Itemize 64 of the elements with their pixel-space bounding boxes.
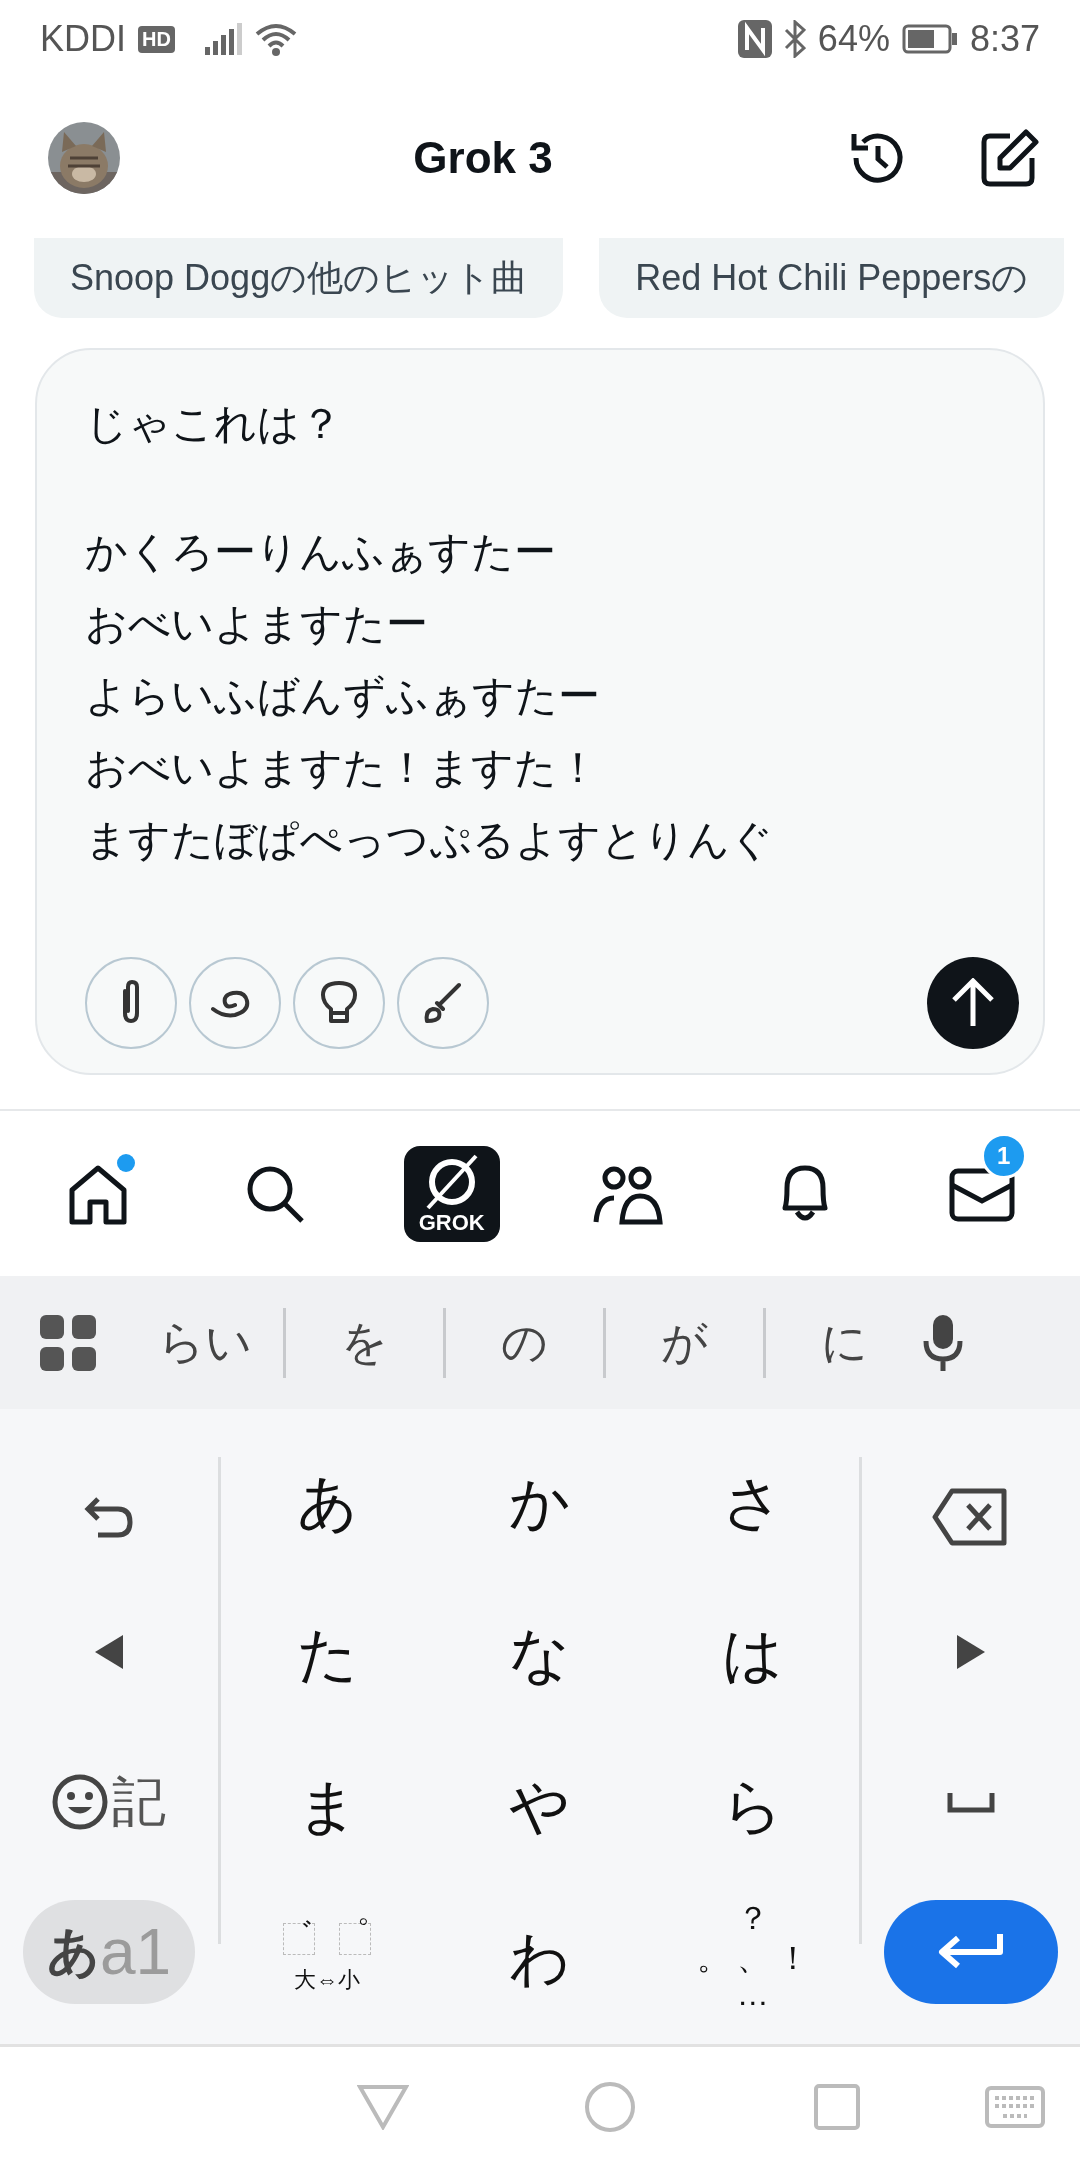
punctuation-key[interactable]: ？ 。 、 ！ … xyxy=(677,1899,828,2019)
wifi-icon xyxy=(254,22,297,56)
kana-key[interactable]: は xyxy=(682,1595,823,1715)
compose-icon xyxy=(980,128,1040,188)
square-icon xyxy=(814,2084,861,2130)
battery-percent: 64% xyxy=(817,18,890,60)
message-composer[interactable]: じゃこれは？ かくろーりんふぁすたー おべいよますたー よらいふばんずふぁすたー おべいよますた！ますた！ ますたぼぱぺっつぷるよすとりんぐ xyxy=(35,348,1045,1075)
space-key[interactable] xyxy=(947,1791,995,1813)
grid-icon xyxy=(40,1314,96,1371)
suggestion-chip[interactable]: Snoop Doggの他のヒット曲 xyxy=(34,238,564,318)
candidate-word[interactable]: の xyxy=(446,1311,603,1374)
bulb-button[interactable] xyxy=(293,957,385,1049)
cursor-left-key[interactable] xyxy=(95,1635,123,1669)
kana-key[interactable]: あ xyxy=(257,1443,398,1563)
kana-key[interactable]: な xyxy=(470,1595,610,1715)
space-icon xyxy=(947,1791,995,1813)
circle-icon xyxy=(584,2081,637,2133)
brush-button[interactable] xyxy=(397,957,489,1049)
microphone-icon xyxy=(923,1312,963,1373)
candidate-word[interactable]: を xyxy=(286,1311,443,1374)
backspace-icon xyxy=(932,1487,1010,1547)
message-line: かくろーりんふぁすたー xyxy=(85,526,556,578)
input-mode-key[interactable]: あa1 xyxy=(23,1900,195,2004)
left-triangle-icon xyxy=(95,1635,123,1669)
undo-icon xyxy=(84,1495,134,1539)
candidate-word[interactable]: が xyxy=(606,1311,763,1374)
cursor-right-key[interactable] xyxy=(957,1635,985,1669)
keyboard-icon xyxy=(985,2086,1046,2128)
message-line: おべいよますた！ますた！ xyxy=(85,742,599,794)
kana-key[interactable]: ら xyxy=(682,1747,823,1867)
symbol-key[interactable]: 記 xyxy=(52,1765,166,1839)
message-line: おべいよますたー xyxy=(85,598,428,650)
compose-button[interactable] xyxy=(980,128,1040,188)
suggestion-chip[interactable]: Red Hot Chili Peppersの xyxy=(599,238,1065,318)
up-arrow-icon xyxy=(950,978,996,1028)
grok-label: GROK xyxy=(418,1209,485,1236)
battery-icon xyxy=(901,24,958,54)
grok-tab[interactable]: GROK xyxy=(396,1111,507,1246)
message-line: じゃこれは？ xyxy=(85,398,342,450)
backspace-key[interactable] xyxy=(932,1487,1010,1547)
kana-key[interactable]: た xyxy=(257,1595,398,1715)
candidate-word[interactable]: に xyxy=(766,1311,923,1374)
smiley-icon xyxy=(52,1774,108,1830)
screen-title: Grok 3 xyxy=(412,133,554,183)
triangle-icon xyxy=(357,2084,410,2130)
carrier: KDDI xyxy=(40,18,126,60)
message-line: よらいふばんずふぁすたー xyxy=(85,670,600,722)
kana-key[interactable]: や xyxy=(470,1747,610,1867)
right-triangle-icon xyxy=(957,1635,985,1669)
clock: 8:37 xyxy=(969,18,1040,60)
kana-key[interactable]: か xyxy=(470,1443,610,1563)
nfc-icon xyxy=(737,20,772,58)
kana-key[interactable]: ま xyxy=(257,1747,398,1867)
message-line: ますたぼぱぺっつぷるよすとりんぐ xyxy=(85,814,773,866)
dakuten-key[interactable]: ゛ ゜ 大⇔小 xyxy=(257,1899,398,2019)
candidate-word[interactable]: らい xyxy=(126,1311,283,1374)
hd-badge: HD xyxy=(138,25,175,53)
undo-key[interactable] xyxy=(84,1495,134,1539)
spiral-button[interactable] xyxy=(189,957,281,1049)
kana-key[interactable]: わ xyxy=(470,1899,610,2019)
kana-key[interactable]: さ xyxy=(682,1443,823,1563)
attach-button[interactable] xyxy=(85,957,177,1049)
signal-icon xyxy=(204,23,243,55)
bluetooth-icon xyxy=(783,20,806,58)
